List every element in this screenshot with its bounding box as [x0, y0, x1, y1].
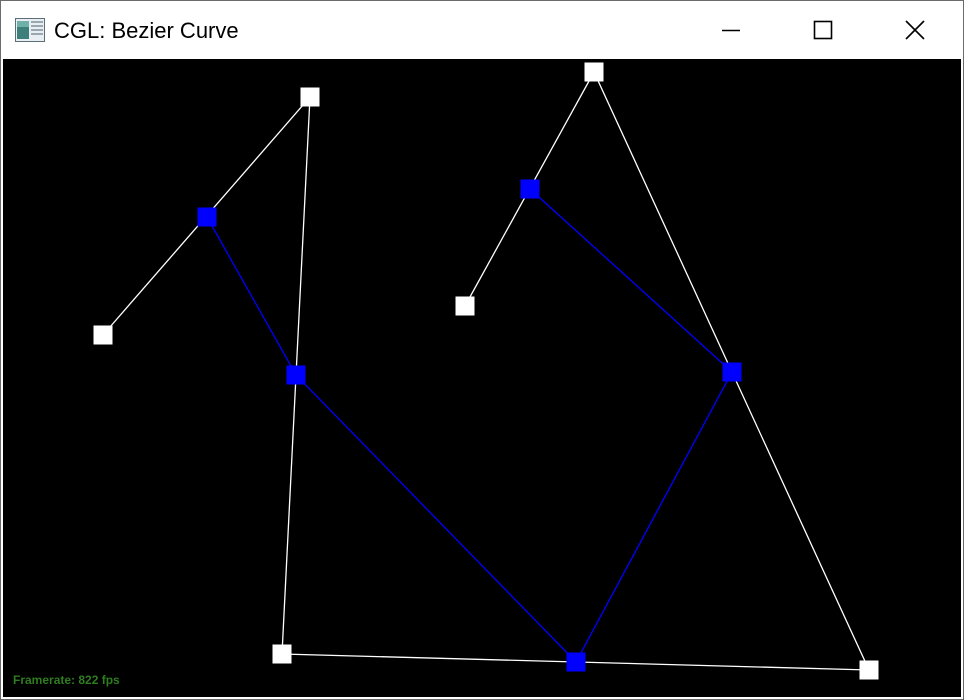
evaluated-point[interactable] [197, 207, 217, 227]
minimize-icon [722, 29, 740, 31]
window-title: CGL: Bezier Curve [54, 18, 239, 43]
title-bar[interactable]: CGL: Bezier Curve [1, 1, 963, 58]
control-polygon-line [102, 70, 871, 671]
control-point[interactable] [859, 660, 879, 680]
minimize-button[interactable] [685, 1, 777, 58]
maximize-icon [813, 20, 833, 39]
maximize-button[interactable] [777, 1, 869, 58]
app-window: CGL: Bezier Curve Framerate: 822 fps [0, 0, 964, 700]
evaluated-point[interactable] [520, 179, 540, 199]
render-viewport[interactable]: Framerate: 822 fps [3, 59, 961, 697]
control-point[interactable] [93, 325, 113, 345]
control-point[interactable] [300, 87, 320, 107]
close-icon [905, 19, 925, 40]
bezier-scene[interactable] [3, 59, 961, 697]
evaluated-point[interactable] [722, 362, 742, 382]
framerate-label: Framerate: 822 fps [13, 673, 120, 687]
control-point[interactable] [272, 644, 292, 664]
control-point[interactable] [584, 62, 604, 82]
app-window-icon [15, 18, 45, 42]
close-button[interactable] [869, 1, 961, 58]
control-point[interactable] [455, 296, 475, 316]
evaluated-point[interactable] [286, 365, 306, 385]
evaluated-point[interactable] [566, 652, 586, 672]
